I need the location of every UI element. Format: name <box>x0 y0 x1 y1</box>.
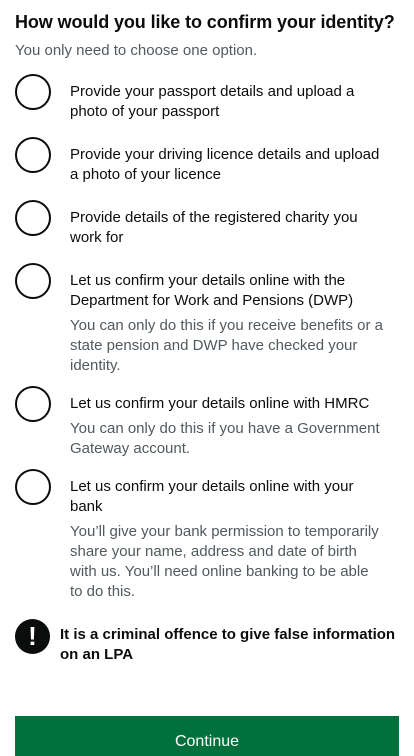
question-hint: You only need to choose one option. <box>15 42 258 59</box>
identity-confirmation-form: How would you like to confirm your ident… <box>0 0 414 665</box>
option-label-dwp[interactable]: Let us confirm your details online with … <box>70 271 383 311</box>
warning-message: It is a criminal offence to give false i… <box>60 626 396 663</box>
radio-hmrc[interactable] <box>15 386 51 422</box>
page-heading: How would you like to confirm your ident… <box>15 12 395 32</box>
option-hint-bank: You’ll give your bank permission to temp… <box>70 523 379 600</box>
option-charity[interactable]: Provide details of the registered charit… <box>15 200 399 263</box>
exclamation-icon: ! <box>15 619 50 654</box>
option-label-passport[interactable]: Provide your passport details and upload… <box>70 82 383 122</box>
option-hmrc[interactable]: Let us confirm your details online with … <box>15 386 399 469</box>
option-label-driving-licence[interactable]: Provide your driving licence details and… <box>70 145 383 185</box>
option-passport[interactable]: Provide your passport details and upload… <box>15 74 399 137</box>
option-label-charity[interactable]: Provide details of the registered charit… <box>70 208 383 248</box>
radio-charity[interactable] <box>15 200 51 236</box>
warning-text-block: ! It is a criminal offence to give false… <box>15 619 399 665</box>
option-bank[interactable]: Let us confirm your details online with … <box>15 469 399 600</box>
continue-button[interactable]: Continue <box>15 716 399 756</box>
radio-passport[interactable] <box>15 74 51 110</box>
option-label-bank[interactable]: Let us confirm your details online with … <box>70 477 383 517</box>
option-driving-licence[interactable]: Provide your driving licence details and… <box>15 137 399 200</box>
option-hint-dwp: You can only do this if you receive bene… <box>70 317 383 374</box>
radio-dwp[interactable] <box>15 263 51 299</box>
option-hint-hmrc: You can only do this if you have a Gover… <box>70 420 380 457</box>
radio-driving-licence[interactable] <box>15 137 51 173</box>
option-label-hmrc[interactable]: Let us confirm your details online with … <box>70 394 383 414</box>
radio-group: Provide your passport details and upload… <box>15 74 399 600</box>
option-dwp[interactable]: Let us confirm your details online with … <box>15 263 399 386</box>
radio-bank[interactable] <box>15 469 51 505</box>
